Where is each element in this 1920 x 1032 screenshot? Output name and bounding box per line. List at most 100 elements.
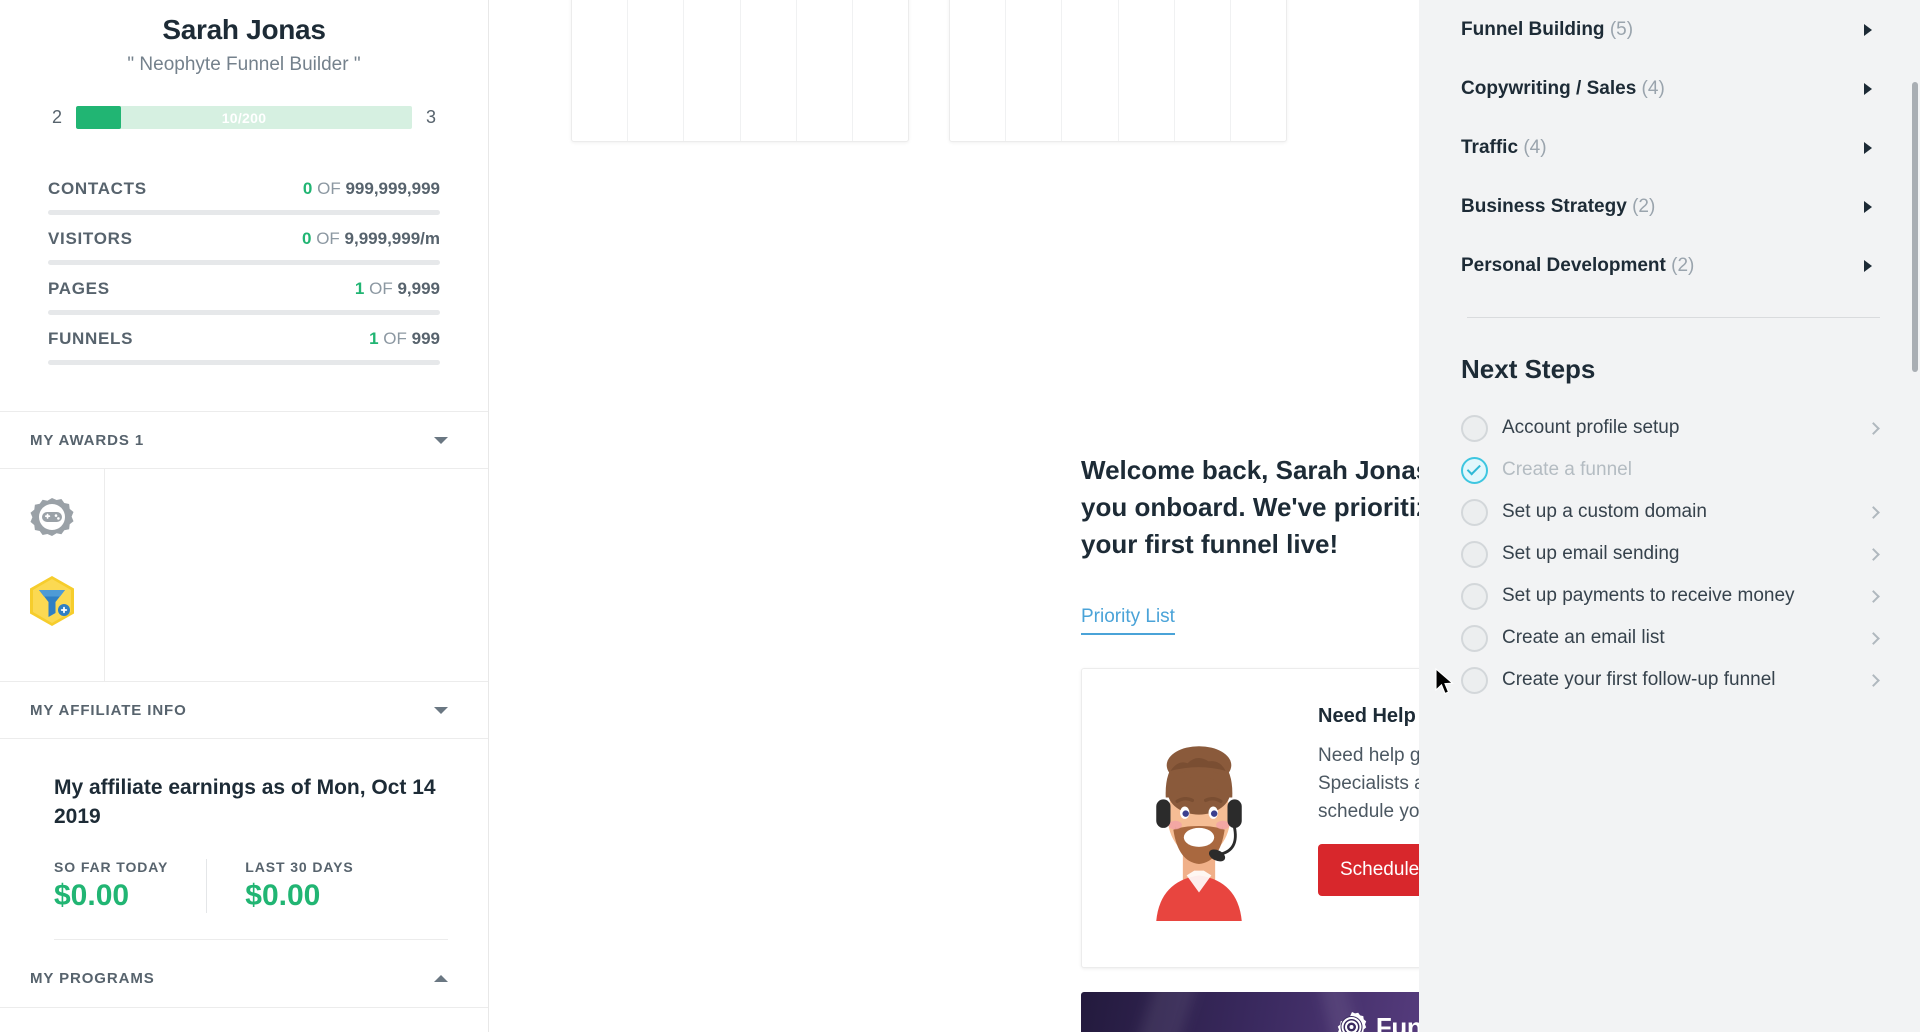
stat-value: 1 OF 9,999	[354, 279, 440, 298]
tab-priority-list[interactable]: Priority List	[1081, 606, 1175, 635]
chevron-down-icon[interactable]	[434, 436, 448, 444]
next-step-label: Set up payments to receive money	[1502, 585, 1795, 606]
checkbox-circle-icon[interactable]	[1461, 498, 1488, 526]
level-progress-bar: 10/200	[76, 106, 412, 129]
help-card-title: Need Help Getting Started?	[1318, 705, 1419, 727]
affiliate-earnings-row: SO FAR TODAY $0.00 LAST 30 DAYS $0.00	[54, 859, 448, 913]
chevron-up-icon[interactable]	[434, 975, 448, 982]
category-label: Copywriting / Sales (4)	[1461, 77, 1665, 99]
need-help-card: Need Help Getting Started? Need help get…	[1081, 668, 1419, 968]
chevron-right-icon	[1864, 82, 1872, 95]
stat-value: 0 OF 9,999,999/m	[301, 229, 440, 248]
next-step-create-an-email-list[interactable]: Create an email list	[1461, 617, 1880, 659]
support-agent-headset-avatar	[1124, 705, 1294, 967]
help-card-body: Need help getting started? Our Onboardin…	[1318, 745, 1419, 822]
chevron-right-icon	[1864, 23, 1872, 36]
next-step-set-up-payments[interactable]: Set up payments to receive money	[1461, 575, 1880, 617]
earnings-amount: $0.00	[54, 879, 130, 912]
next-step-label: Create an email list	[1502, 627, 1665, 648]
next-step-label: Set up email sending	[1502, 543, 1680, 564]
checkbox-circle-icon[interactable]	[1461, 582, 1488, 610]
right-sidebar: Funnel Building (5) Copywriting / Sales …	[1419, 0, 1920, 1032]
next-step-label: Create your first follow-up funnel	[1502, 669, 1776, 690]
next-step-create-first-follow-up-funnel[interactable]: Create your first follow-up funnel	[1461, 659, 1880, 701]
stat-label: CONTACTS	[48, 179, 147, 198]
next-steps-section: Next Steps Account profile setup Create …	[1419, 318, 1920, 701]
category-label: Personal Development (2)	[1461, 254, 1695, 276]
level-current: 2	[51, 107, 62, 127]
stat-row-visitors: VISITORS 0 OF 9,999,999/m	[48, 215, 440, 265]
page-title: Sarah Jonas	[162, 14, 326, 45]
profile-block: Sarah Jonas " Neophyte Funnel Builder " …	[0, 0, 488, 129]
mouse-cursor	[1435, 668, 1454, 695]
card-gridlines	[950, 0, 1286, 141]
earnings-label: LAST 30 DAYS	[245, 859, 354, 875]
category-label: Business Strategy (2)	[1461, 195, 1656, 217]
welcome-message-block: Welcome back, Sarah Jonas! We are so exc…	[1081, 452, 1419, 563]
stat-value: 0 OF 999,999,999	[302, 179, 440, 198]
priority-list-row: Priority List + Build Funnel	[1081, 592, 1419, 648]
checkbox-circle-icon[interactable]	[1461, 540, 1488, 568]
banner-title: FunnelHacking	[1376, 1012, 1419, 1032]
main-content: Optins 0 OCT 08 - OCT 14 Page Views 0	[489, 0, 1419, 1032]
my-programs-header[interactable]: MY PROGRAMS	[0, 950, 488, 1008]
next-step-set-up-a-custom-domain[interactable]: Set up a custom domain	[1461, 491, 1880, 533]
chevron-right-icon	[1867, 631, 1880, 645]
stat-label: FUNNELS	[48, 329, 134, 348]
chevron-down-icon[interactable]	[434, 706, 448, 714]
next-step-label: Create a funnel	[1502, 459, 1632, 480]
chevron-right-icon	[1867, 421, 1880, 435]
stat-label: VISITORS	[48, 229, 133, 248]
level-progress: 2 10/200 3	[48, 106, 440, 129]
category-list: Funnel Building (5) Copywriting / Sales …	[1419, 0, 1920, 295]
category-item-personal-development[interactable]: Personal Development (2)	[1461, 236, 1872, 295]
affiliate-earnings-heading: My affiliate earnings as of Mon, Oct 14 …	[54, 776, 436, 828]
chevron-right-icon	[1867, 505, 1880, 519]
stat-label: PAGES	[48, 279, 110, 298]
my-programs-title: MY PROGRAMS	[30, 970, 155, 987]
category-item-funnel-building[interactable]: Funnel Building (5)	[1461, 0, 1872, 59]
next-step-account-profile-setup[interactable]: Account profile setup	[1461, 407, 1880, 449]
next-step-create-a-funnel[interactable]: Create a funnel	[1461, 449, 1878, 491]
funnel-hacking-live-banner[interactable]: FunnelHacking LIVE	[1081, 992, 1419, 1032]
chevron-right-icon	[1864, 141, 1872, 154]
my-awards-title: MY AWARDS 1	[30, 431, 145, 449]
earnings-so-far-today: SO FAR TODAY $0.00	[54, 859, 206, 913]
my-awards-header[interactable]: MY AWARDS 1	[0, 411, 488, 469]
level-progress-label: 10/200	[221, 109, 267, 126]
stat-row-pages: PAGES 1 OF 9,999	[48, 265, 440, 315]
stat-value: 1 OF 999	[369, 329, 440, 348]
checkbox-circle-icon[interactable]	[1461, 624, 1488, 652]
checkbox-checked-icon[interactable]	[1461, 456, 1488, 484]
dashboard-page: Sarah Jonas " Neophyte Funnel Builder " …	[0, 0, 1920, 1032]
stat-card-page-views[interactable]: Page Views 0 OCT 08 - OCT 14	[949, 0, 1287, 142]
checkbox-circle-icon[interactable]	[1461, 666, 1488, 694]
chevron-right-icon	[1867, 589, 1880, 603]
next-step-set-up-email-sending[interactable]: Set up email sending	[1461, 533, 1880, 575]
next-step-label: Account profile setup	[1502, 417, 1680, 438]
stat-row-contacts: CONTACTS 0 OF 999,999,999	[48, 165, 440, 215]
my-affiliate-info-header[interactable]: MY AFFILIATE INFO	[0, 681, 488, 739]
next-steps-list: Account profile setup Create a funnel Se…	[1461, 407, 1880, 701]
chevron-right-icon	[1867, 673, 1880, 687]
earnings-last-30-days: LAST 30 DAYS $0.00	[206, 859, 353, 913]
account-stats: CONTACTS 0 OF 999,999,999 VISITORS 0 OF …	[0, 165, 488, 365]
my-affiliate-info-title: MY AFFILIATE INFO	[30, 701, 187, 719]
my-awards-body	[0, 469, 488, 681]
category-item-copywriting-sales[interactable]: Copywriting / Sales (4)	[1461, 59, 1872, 118]
schedule-appointment-button[interactable]: Schedule Appointment	[1318, 844, 1419, 896]
funnel-hexagon-badge-icon	[24, 573, 80, 629]
vertical-scrollbar[interactable]	[1912, 82, 1918, 372]
stat-card-optins[interactable]: Optins 0 OCT 08 - OCT 14	[571, 0, 909, 142]
category-item-business-strategy[interactable]: Business Strategy (2)	[1461, 177, 1872, 236]
banner-title-main: Funnel	[1375, 1011, 1419, 1032]
next-steps-title: Next Steps	[1461, 354, 1596, 384]
stat-cards-row: Optins 0 OCT 08 - OCT 14 Page Views 0	[571, 0, 1419, 142]
left-sidebar: Sarah Jonas " Neophyte Funnel Builder " …	[0, 0, 489, 1032]
profile-tagline: " Neophyte Funnel Builder "	[127, 54, 361, 75]
checkbox-circle-icon[interactable]	[1461, 414, 1488, 442]
level-next: 3	[425, 107, 436, 127]
funnel-gear-spiral-icon	[1337, 1012, 1367, 1032]
category-item-traffic[interactable]: Traffic (4)	[1461, 118, 1872, 177]
stat-row-funnels: FUNNELS 1 OF 999	[48, 315, 440, 365]
